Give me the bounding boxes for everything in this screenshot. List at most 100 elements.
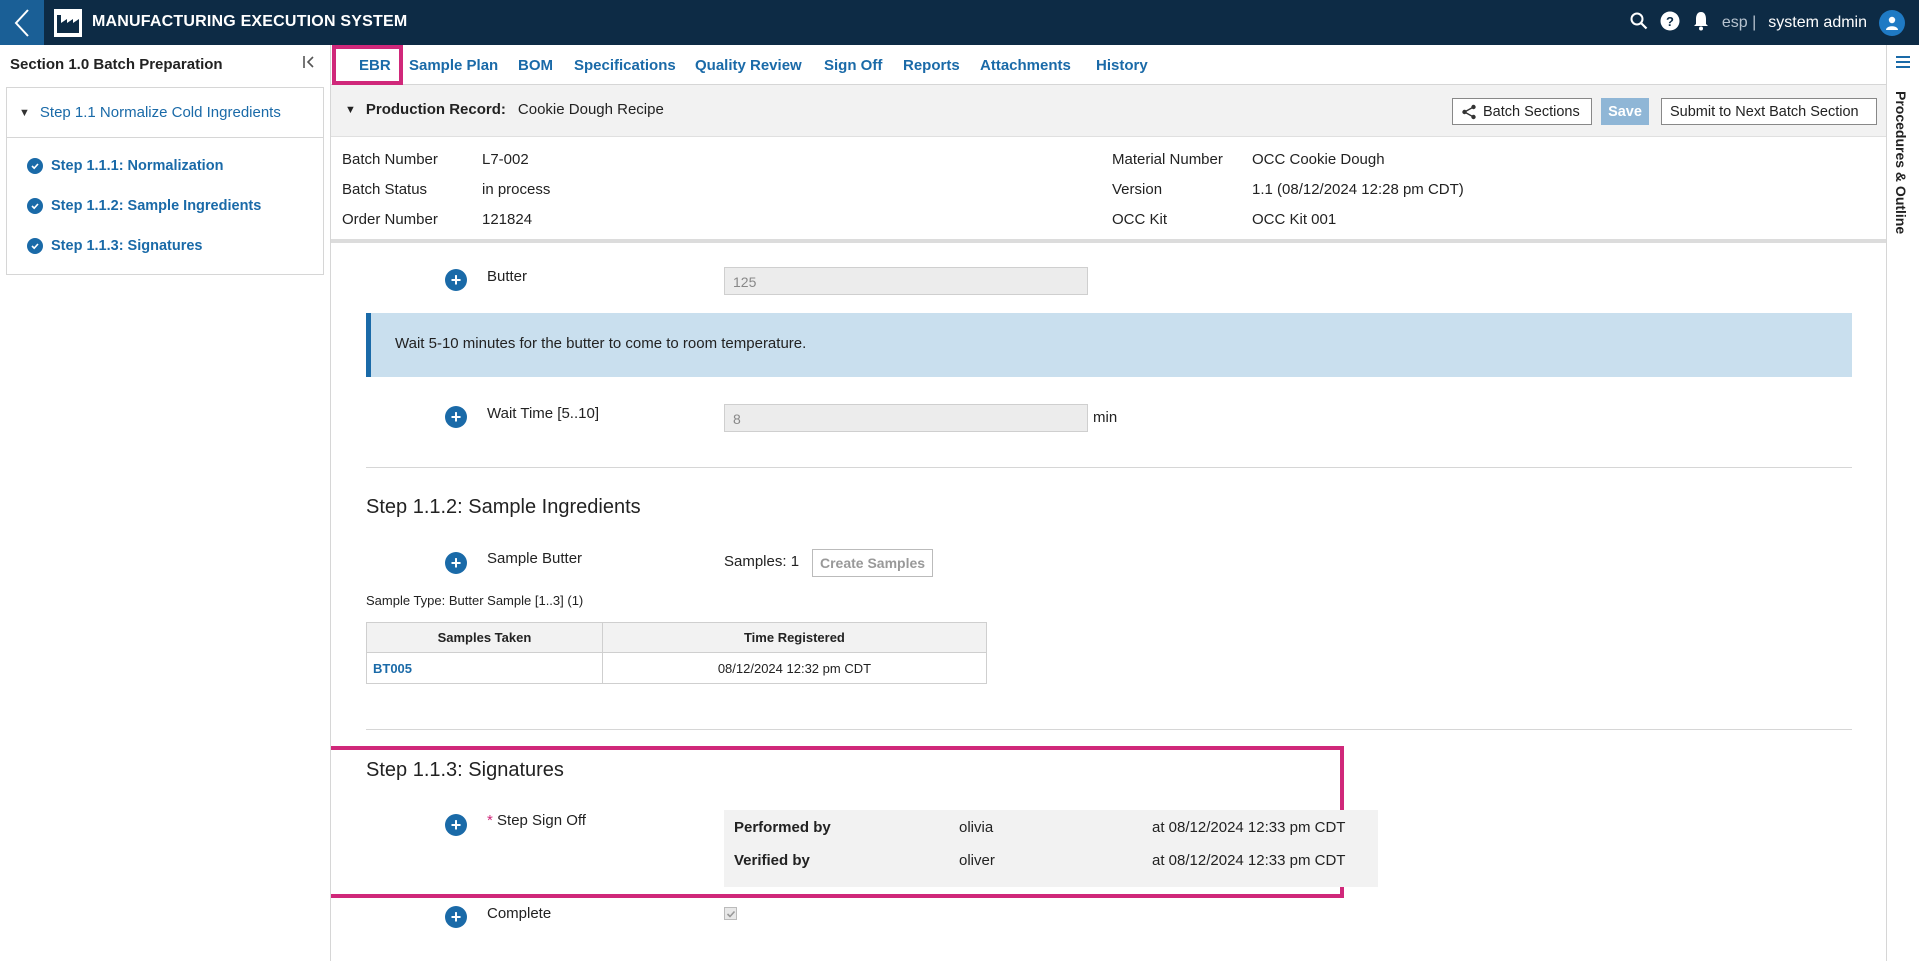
step-sign-off-label: * Step Sign Off — [487, 812, 586, 829]
submit-next-section-button[interactable]: Submit to Next Batch Section — [1661, 98, 1877, 125]
batch-sections-button[interactable]: Batch Sections — [1452, 98, 1592, 125]
plus-circle-icon[interactable]: + — [445, 552, 467, 574]
outline-step-1-1-1[interactable]: Step 1.1.1: Normalization — [27, 146, 323, 186]
sample-step-title: Step 1.1.2: Sample Ingredients — [366, 496, 641, 518]
user-name[interactable]: system admin — [1768, 14, 1867, 32]
check-circle-icon — [27, 198, 43, 214]
batch-number-value: L7-002 — [482, 151, 529, 168]
step-sign-off-text: Step Sign Off — [497, 812, 586, 829]
table-header-row: Samples Taken Time Registered — [366, 622, 988, 653]
tab-specifications[interactable]: Specifications — [574, 45, 676, 85]
performed-label: Performed by — [734, 819, 831, 836]
outline-step-1-1-3[interactable]: Step 1.1.3: Signatures — [27, 226, 323, 266]
create-samples-button[interactable]: Create Samples — [812, 549, 934, 577]
outline-children: Step 1.1.1: Normalization Step 1.1.2: Sa… — [7, 138, 323, 274]
app-title: MANUFACTURING EXECUTION SYSTEM — [92, 13, 408, 30]
outline-step-1-1-2[interactable]: Step 1.1.2: Sample Ingredients — [27, 186, 323, 226]
collapse-panel-icon[interactable] — [302, 55, 318, 73]
production-record-title[interactable]: ▼ Production Record: Cookie Dough Recipe — [345, 101, 664, 118]
plus-circle-icon[interactable]: + — [445, 269, 467, 291]
production-record-name: Cookie Dough Recipe — [517, 101, 664, 118]
outline-header: Section 1.0 Batch Preparation — [0, 45, 330, 83]
required-mark: * — [487, 812, 493, 829]
procedures-rail[interactable]: Procedures & Outline — [1886, 45, 1919, 961]
top-bar: MANUFACTURING EXECUTION SYSTEM ? esp | s… — [0, 0, 1919, 45]
complete-label: Complete — [487, 905, 552, 922]
batch-info-grid: Batch Number L7-002 Batch Status in proc… — [331, 137, 1886, 243]
list-menu-icon[interactable] — [1895, 55, 1911, 73]
production-record-header: ▼ Production Record: Cookie Dough Recipe… — [331, 85, 1886, 137]
procedures-outline-label[interactable]: Procedures & Outline — [1893, 91, 1909, 234]
check-circle-icon — [27, 238, 43, 254]
wait-time-unit: min — [1093, 409, 1118, 426]
kit-label: OCC Kit — [1112, 211, 1168, 228]
outline-tree: ▼ Step 1.1 Normalize Cold Ingredients St… — [6, 87, 324, 275]
language-selector[interactable]: esp | — [1722, 14, 1756, 32]
samples-table: Samples Taken Time Registered BT005 08/1… — [366, 622, 988, 684]
ebr-content: + Butter 125 Wait 5-10 minutes for the b… — [331, 247, 1886, 961]
checkmark-icon — [726, 910, 735, 918]
tab-quality-review[interactable]: Quality Review — [695, 45, 802, 85]
tab-sample-plan[interactable]: Sample Plan — [409, 45, 498, 85]
factory-logo-icon — [54, 9, 82, 37]
tab-bar: EBR Sample Plan BOM Specifications Quali… — [331, 45, 1886, 85]
sample-type-text: Sample Type: Butter Sample [1..3] (1) — [366, 593, 584, 608]
check-circle-icon — [27, 158, 43, 174]
plus-circle-icon[interactable]: + — [445, 814, 467, 836]
order-number-label: Order Number — [342, 211, 438, 228]
plus-circle-icon[interactable]: + — [445, 906, 467, 928]
material-number-value: OCC Cookie Dough — [1252, 151, 1385, 168]
share-icon — [1462, 104, 1476, 119]
section-divider — [366, 729, 1852, 730]
save-button[interactable]: Save — [1601, 98, 1649, 125]
tab-history[interactable]: History — [1096, 45, 1148, 85]
caret-down-icon: ▼ — [345, 103, 356, 116]
signature-box: Performed by olivia at 08/12/2024 12:33 … — [724, 810, 1378, 887]
sample-butter-label: Sample Butter — [487, 550, 583, 567]
instruction-note: Wait 5-10 minutes for the butter to come… — [366, 313, 1852, 377]
batch-number-label: Batch Number — [342, 151, 438, 168]
material-number-label: Material Number — [1112, 151, 1223, 168]
help-icon[interactable]: ? — [1660, 11, 1680, 35]
tab-reports[interactable]: Reports — [903, 45, 960, 85]
performed-by: olivia — [959, 819, 994, 836]
outline-step-label: Step 1.1.1: Normalization — [51, 158, 224, 174]
outline-step-label: Step 1.1.2: Sample Ingredients — [51, 198, 262, 214]
batch-sections-label: Batch Sections — [1483, 103, 1580, 120]
outline-parent-step[interactable]: ▼ Step 1.1 Normalize Cold Ingredients — [7, 88, 323, 138]
search-icon[interactable] — [1630, 12, 1648, 34]
verified-by: oliver — [959, 852, 995, 869]
performed-row: Performed by olivia at 08/12/2024 12:33 … — [724, 819, 1376, 849]
complete-checkbox[interactable] — [724, 907, 737, 920]
tab-attachments[interactable]: Attachments — [980, 45, 1071, 85]
signatures-step-title: Step 1.1.3: Signatures — [366, 759, 564, 781]
avatar[interactable] — [1879, 9, 1905, 36]
butter-input[interactable]: 125 — [724, 267, 1088, 295]
sample-id-link[interactable]: BT005 — [366, 652, 603, 684]
sample-time-cell: 08/12/2024 12:32 pm CDT — [601, 652, 988, 684]
order-number-value: 121824 — [482, 211, 533, 228]
table-row: BT005 08/12/2024 12:32 pm CDT — [366, 652, 988, 684]
performed-at: at 08/12/2024 12:33 pm CDT — [1152, 819, 1346, 836]
user-icon — [1886, 16, 1898, 30]
batch-status-label: Batch Status — [342, 181, 428, 198]
samples-count: Samples: 1 — [724, 553, 800, 570]
plus-circle-icon[interactable]: + — [445, 406, 467, 428]
chevron-left-icon — [14, 8, 29, 37]
batch-status-value: in process — [482, 181, 551, 198]
back-button[interactable] — [0, 0, 44, 45]
tab-sign-off[interactable]: Sign Off — [824, 45, 882, 85]
kit-value: OCC Kit 001 — [1252, 211, 1337, 228]
column-header: Samples Taken — [366, 622, 603, 653]
tab-bom[interactable]: BOM — [518, 45, 553, 85]
bell-icon[interactable] — [1692, 11, 1710, 35]
svg-text:?: ? — [1666, 14, 1674, 29]
wait-time-label: Wait Time [5..10] — [487, 405, 599, 422]
outline-panel: Section 1.0 Batch Preparation ▼ Step 1.1… — [0, 45, 331, 961]
verified-row: Verified by oliver at 08/12/2024 12:33 p… — [724, 852, 1376, 882]
caret-down-icon: ▼ — [19, 106, 30, 119]
version-value: 1.1 (08/12/2024 12:28 pm CDT) — [1252, 181, 1464, 198]
outline-parent-label: Step 1.1 Normalize Cold Ingredients — [39, 104, 281, 121]
wait-time-input[interactable]: 8 — [724, 404, 1088, 432]
section-divider — [366, 467, 1852, 468]
